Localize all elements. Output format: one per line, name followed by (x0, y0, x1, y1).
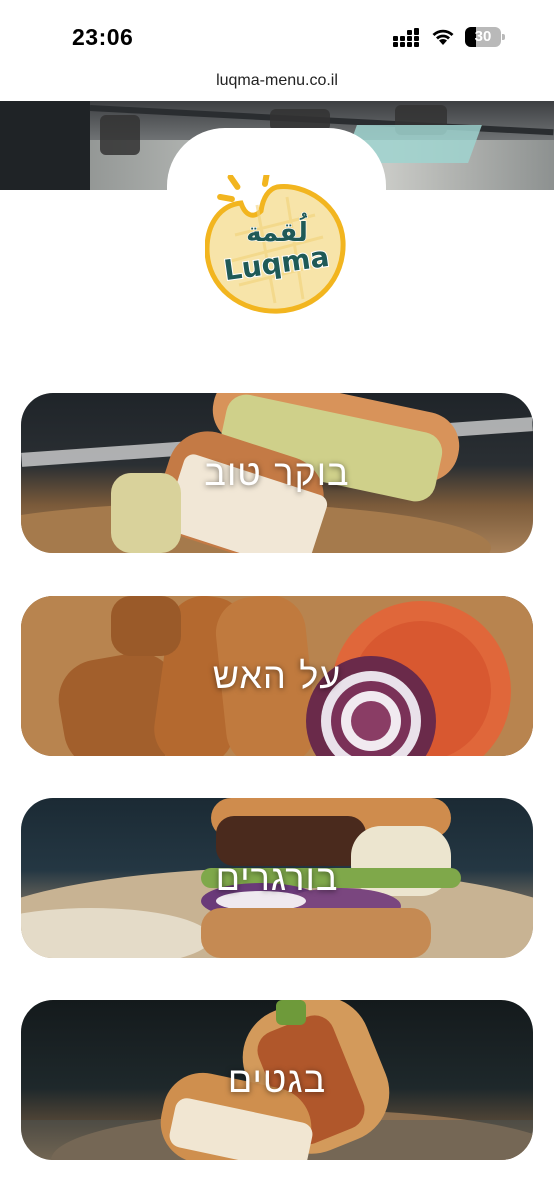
cellular-signal-icon (393, 28, 421, 47)
category-label: על האש (212, 656, 342, 697)
category-card-breakfast[interactable]: בוקר טוב (21, 393, 533, 553)
category-label: בגטים (227, 1060, 327, 1101)
luqma-logo[interactable]: لُقمة Luqma (205, 175, 348, 315)
url-bar[interactable]: luqma-menu.co.il (0, 72, 554, 90)
logo-arabic-text: لُقمة (246, 212, 308, 248)
battery-icon: 30 (465, 27, 505, 47)
status-bar: 23:06 30 (0, 0, 554, 66)
category-card-burgers[interactable]: בורגרים (21, 798, 533, 958)
status-time: 23:06 (72, 24, 134, 50)
wifi-icon (432, 29, 454, 45)
battery-percent: 30 (474, 28, 492, 45)
category-label: בוקר טוב (204, 453, 350, 494)
category-card-baguettes[interactable]: בגטים (21, 1000, 533, 1160)
category-label: בורגרים (215, 858, 339, 899)
category-card-grill[interactable]: על האש (21, 596, 533, 756)
